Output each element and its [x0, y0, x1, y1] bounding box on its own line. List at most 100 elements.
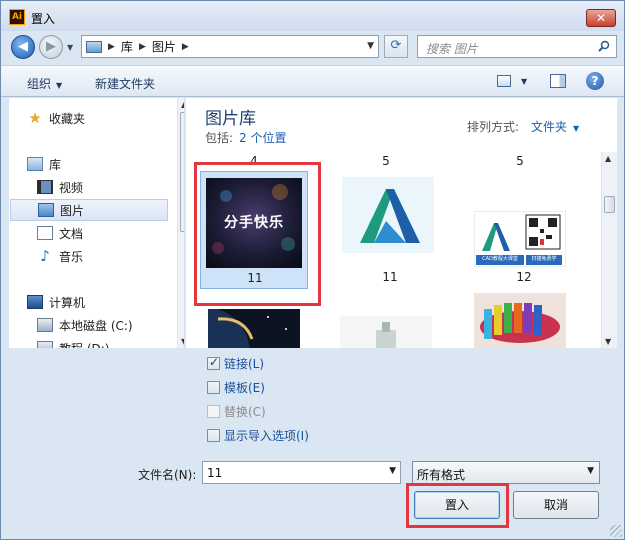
- nav-label-music: 音乐: [59, 249, 84, 264]
- caret-down-icon: ▼: [573, 124, 580, 133]
- organize-label: 组织: [27, 77, 52, 91]
- breadcrumb-pictures[interactable]: 图片: [152, 38, 176, 55]
- breadcrumb-library[interactable]: 库: [121, 38, 133, 55]
- navigation-pane: ★ 收藏夹 库 视频 图片 文档 ♪ 音乐 计算机 本地磁盘 (C:): [9, 98, 185, 348]
- cad-promo-caption-2: 扫描免费学: [531, 256, 557, 262]
- template-option[interactable]: 模板(E): [207, 379, 265, 395]
- cancel-button[interactable]: 取消: [513, 491, 599, 519]
- library-folder-icon: [27, 157, 43, 171]
- video-library-icon: [37, 180, 53, 194]
- document-icon: [37, 226, 53, 240]
- recent-pages-dropdown[interactable]: ▼: [67, 43, 75, 52]
- nav-item-favorites[interactable]: ★ 收藏夹: [27, 107, 184, 129]
- star-icon: ★: [28, 109, 42, 127]
- nav-pane-scrollbar[interactable]: ▲ ▼: [177, 98, 184, 348]
- forward-button[interactable]: ▶: [39, 35, 63, 59]
- file-view-scroll-thumb[interactable]: [604, 196, 615, 213]
- link-option[interactable]: 链接(L): [207, 355, 264, 371]
- search-box[interactable]: 搜索 图片: [417, 35, 617, 58]
- library-title: 图片库: [205, 109, 256, 129]
- file-tile[interactable]: 11: [336, 171, 444, 289]
- preview-pane-icon[interactable]: [550, 74, 566, 88]
- hard-disk-icon: [37, 318, 53, 332]
- scroll-up-icon[interactable]: ▲: [605, 154, 611, 163]
- title-bar: Ai 置入 ✕: [1, 1, 624, 31]
- search-icon[interactable]: [598, 40, 610, 52]
- close-button[interactable]: ✕: [586, 9, 616, 27]
- file-format-select[interactable]: 所有格式 ▼: [412, 461, 600, 484]
- scroll-down-icon[interactable]: ▼: [605, 337, 611, 346]
- refresh-button[interactable]: ⟳: [384, 35, 408, 58]
- nav-item-music[interactable]: ♪ 音乐: [37, 245, 184, 267]
- back-button[interactable]: ◀: [11, 35, 35, 59]
- scroll-up-icon[interactable]: ▲: [181, 100, 184, 109]
- help-icon[interactable]: ?: [586, 72, 604, 90]
- nav-item-pictures[interactable]: 图片: [10, 199, 168, 221]
- file-label-above[interactable]: 5: [470, 154, 570, 168]
- nav-label-libraries: 库: [49, 157, 62, 172]
- address-dropdown-icon[interactable]: ▼: [367, 41, 374, 51]
- hard-disk-icon: [37, 341, 53, 348]
- includes-label: 包括:: [205, 131, 234, 145]
- nav-item-videos[interactable]: 视频: [37, 176, 184, 198]
- nav-label-computer: 计算机: [49, 295, 86, 310]
- scroll-down-icon[interactable]: ▼: [181, 337, 184, 346]
- place-dialog: Ai 置入 ✕ ◀ ▶ ▼ ▶ 库 ▶ 图片 ▶ ▼ ⟳ 搜索 图片 组织 ▼ …: [0, 0, 625, 540]
- arrow-right-icon: ▶: [46, 39, 56, 54]
- nav-label-pictures: 图片: [60, 203, 85, 218]
- view-options-caret-icon[interactable]: ▼: [521, 77, 527, 86]
- file-format-value: 所有格式: [417, 468, 466, 482]
- resize-grip[interactable]: [610, 525, 622, 537]
- file-tile-selected[interactable]: 分手快乐 11: [200, 171, 308, 289]
- address-bar[interactable]: ▶ 库 ▶ 图片 ▶ ▼: [81, 35, 379, 58]
- nav-item-computer[interactable]: 计算机: [27, 291, 184, 313]
- nav-item-libraries[interactable]: 库: [27, 153, 184, 175]
- format-dropdown-icon[interactable]: ▼: [587, 466, 594, 476]
- search-input[interactable]: 搜索 图片: [426, 40, 478, 57]
- place-options: 链接(L) 模板(E) 替换(C) 显示导入选项(I): [1, 348, 624, 448]
- change-view-icon[interactable]: [497, 75, 511, 87]
- file-tile[interactable]: CAD教程大课堂 扫描免费学 12: [470, 171, 578, 289]
- link-label: 链接(L): [224, 356, 265, 371]
- arrange-by-dropdown[interactable]: 文件夹 ▼: [531, 118, 579, 135]
- filename-dropdown-icon[interactable]: ▼: [389, 466, 396, 476]
- chevron-down-icon: ▼: [67, 43, 74, 52]
- chevron-right-icon[interactable]: ▶: [182, 42, 189, 52]
- place-button[interactable]: 置入: [414, 491, 500, 519]
- nav-label-local-disk: 本地磁盘 (C:): [59, 318, 133, 333]
- nav-item-local-disk[interactable]: 本地磁盘 (C:): [37, 314, 184, 336]
- new-folder-button[interactable]: 新建文件夹: [95, 75, 155, 92]
- command-toolbar: 组织 ▼ 新建文件夹 ▼ ?: [1, 65, 624, 97]
- refresh-icon: ⟳: [390, 38, 402, 53]
- show-import-options-label: 显示导入选项(I): [224, 428, 309, 443]
- computer-icon: [27, 295, 43, 309]
- chevron-right-icon[interactable]: ▶: [108, 42, 115, 52]
- nav-label-videos: 视频: [59, 180, 84, 195]
- filename-value[interactable]: 11: [207, 466, 222, 480]
- show-import-options-option[interactable]: 显示导入选项(I): [207, 427, 309, 443]
- nav-scroll-thumb[interactable]: [180, 112, 184, 232]
- nav-item-tutorial-disk[interactable]: 教程 (D:): [37, 337, 184, 349]
- file-label: 11: [247, 271, 263, 285]
- file-label-above[interactable]: 4: [204, 154, 304, 168]
- link-checkbox[interactable]: [207, 355, 220, 370]
- window-title: 置入: [31, 12, 56, 26]
- filename-input[interactable]: 11 ▼: [202, 461, 401, 484]
- thumbnail-grid: 4 5 5 分手快乐 11 11 CAD教程大课堂 扫描免费学 12: [186, 152, 601, 348]
- nav-label-tutorial-disk: 教程 (D:): [59, 340, 109, 349]
- template-checkbox[interactable]: [207, 380, 220, 394]
- filename-label: 文件名(N):: [138, 468, 197, 482]
- file-thumbnail-spray[interactable]: [340, 316, 432, 348]
- file-thumbnail-lips[interactable]: [474, 293, 566, 348]
- nav-item-documents[interactable]: 文档: [37, 222, 184, 244]
- organize-menu[interactable]: 组织 ▼: [27, 75, 62, 92]
- file-label-above[interactable]: 5: [336, 154, 436, 168]
- file-view-scrollbar[interactable]: ▲ ▼: [601, 152, 617, 348]
- show-import-options-checkbox[interactable]: [207, 428, 220, 442]
- file-thumbnail-planet[interactable]: [208, 309, 300, 348]
- thumbnail-overlay-text: 分手快乐: [224, 215, 284, 231]
- locations-link[interactable]: 2 个位置: [239, 131, 286, 145]
- pictures-library-icon: [38, 203, 54, 217]
- chevron-right-icon[interactable]: ▶: [139, 42, 146, 52]
- replace-option: 替换(C): [207, 403, 266, 419]
